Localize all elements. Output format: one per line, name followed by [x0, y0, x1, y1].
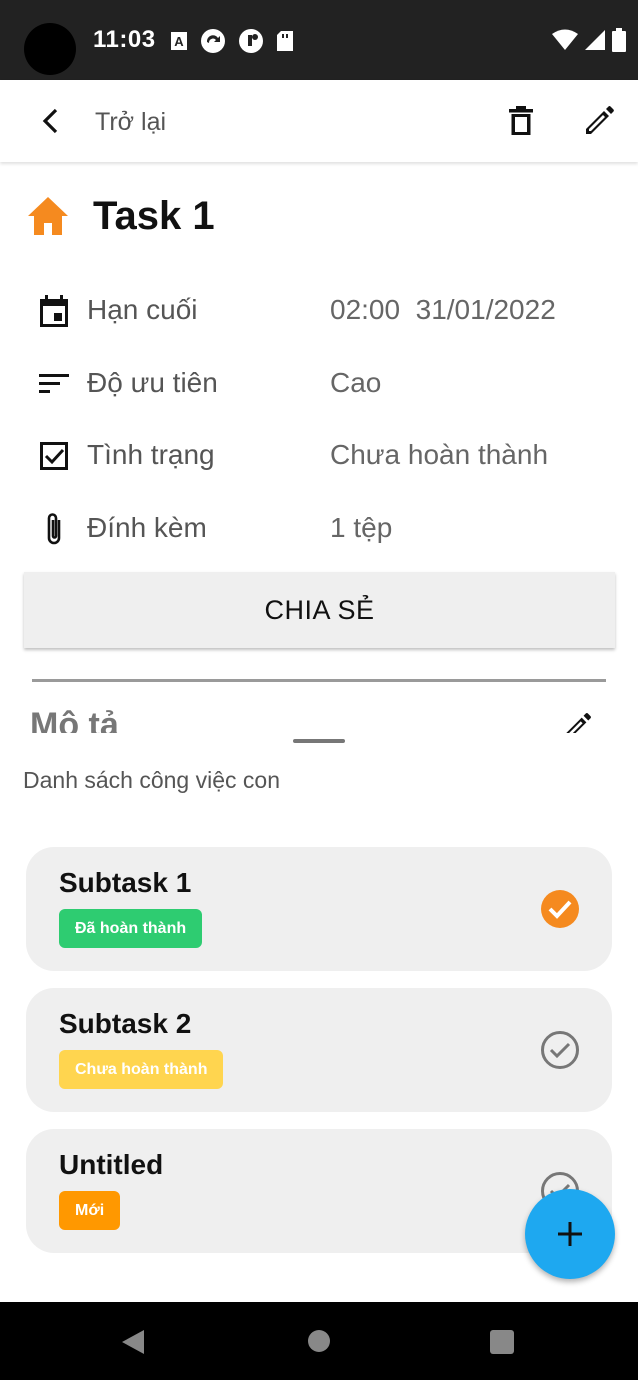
detail-row-attachment: Đính kèm 1 tệp — [0, 502, 638, 552]
detail-label: Hạn cuối — [87, 294, 198, 325]
back-label[interactable]: Trở lại — [95, 108, 166, 137]
detail-row-priority: Độ ưu tiên Cao — [0, 357, 638, 407]
battery-icon — [612, 28, 626, 52]
description-title: Mô tả — [30, 706, 119, 733]
wifi-icon — [552, 29, 578, 50]
subtask-name: Untitled — [59, 1149, 164, 1180]
edit-description-icon[interactable] — [562, 712, 592, 733]
app-icon — [239, 29, 263, 53]
detail-row-deadline: Hạn cuối 02:00 31/01/2022 — [0, 284, 638, 334]
detail-value[interactable]: 1 tệp — [330, 512, 392, 544]
delete-button[interactable] — [498, 98, 544, 144]
svg-text:A: A — [174, 34, 184, 49]
notification-icons: A — [170, 28, 294, 54]
status-badge: Chưa hoàn thành — [59, 1050, 224, 1089]
back-triangle-icon[interactable] — [120, 1328, 146, 1356]
subtask-name: Subtask 1 — [59, 867, 192, 898]
home-icon — [28, 197, 68, 235]
chevron-left-icon — [42, 108, 58, 134]
sd-card-icon — [277, 31, 293, 51]
cell-signal-icon — [585, 30, 605, 50]
description-section: Mô tả — [0, 690, 638, 733]
detail-value: Chưa hoàn thành — [330, 439, 549, 470]
status-time: 11:03 — [93, 26, 156, 53]
detail-label: Tình trạng — [87, 439, 215, 470]
status-bar: 11:03 A — [0, 0, 638, 80]
add-subtask-button[interactable] — [525, 1189, 615, 1279]
subtask-card[interactable]: Subtask 2 Chưa hoàn thành — [26, 988, 612, 1112]
subtask-name: Subtask 2 — [59, 1008, 192, 1039]
paperclip-icon — [36, 511, 72, 547]
calendar-icon — [36, 293, 72, 329]
system-icons — [552, 28, 626, 52]
status-badge: Đã hoàn thành — [59, 909, 203, 948]
detail-value: 02:00 31/01/2022 — [330, 294, 556, 325]
edit-button[interactable] — [576, 98, 622, 144]
detail-row-status: Tình trạng Chưa hoàn thành — [0, 429, 638, 479]
edit-icon — [586, 106, 614, 134]
detail-value: Cao — [330, 367, 382, 398]
task-title: Task 1 — [93, 194, 215, 238]
divider — [32, 679, 606, 682]
subtask-card[interactable]: Subtask 1 Đã hoàn thành — [26, 847, 612, 971]
font-a-icon: A — [171, 32, 187, 50]
sort-icon — [36, 366, 72, 402]
bottom-sheet-drag-handle[interactable] — [293, 739, 345, 743]
delete-icon — [509, 106, 533, 135]
app-bar: Trở lại — [0, 80, 638, 162]
navigation-bar — [0, 1302, 638, 1380]
camera-cutout — [24, 23, 76, 75]
recents-square-icon[interactable] — [490, 1330, 514, 1354]
home-circle-icon[interactable] — [308, 1330, 330, 1352]
plus-icon — [558, 1222, 582, 1246]
check-circle-filled-icon[interactable] — [540, 889, 580, 929]
status-badge: Mới — [59, 1191, 121, 1230]
checkbox-icon — [36, 438, 72, 474]
detail-label: Đính kèm — [87, 512, 207, 543]
detail-label: Độ ưu tiên — [87, 367, 218, 398]
check-circle-outline-icon[interactable] — [540, 1030, 580, 1070]
share-button[interactable]: CHIA SẺ — [24, 572, 615, 648]
subtasks-title: Danh sách công việc con — [23, 767, 280, 793]
back-button[interactable] — [28, 98, 74, 144]
sync-icon — [201, 29, 225, 53]
